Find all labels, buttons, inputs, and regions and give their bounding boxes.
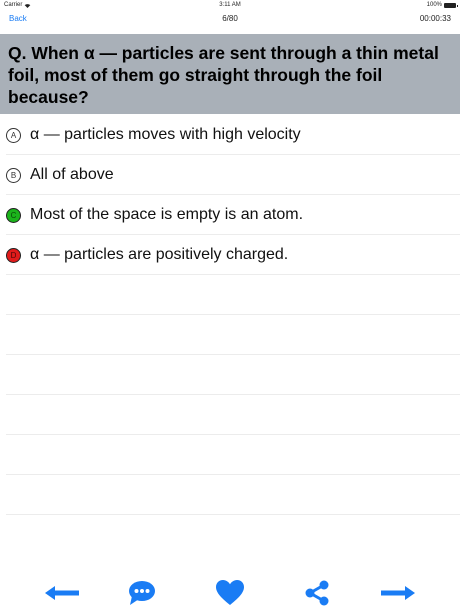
answer-text: All of above	[30, 166, 114, 183]
status-right: 100%	[426, 2, 458, 8]
option-letter-badge: C	[6, 208, 21, 223]
empty-row	[6, 395, 460, 435]
share-button[interactable]	[297, 578, 337, 608]
answer-option-a[interactable]: A α — particles moves with high velocity	[6, 115, 460, 155]
answers-list: A α — particles moves with high velocity…	[0, 115, 460, 515]
chat-bubble-icon	[129, 581, 155, 605]
next-button[interactable]	[378, 578, 418, 608]
nav-bar: Back 6/80 00:00:33	[0, 10, 460, 28]
quiz-timer: 00:00:33	[419, 14, 451, 23]
option-letter-badge: B	[6, 168, 21, 183]
status-bar: Carrier 3:11 AM 100%	[0, 0, 460, 10]
option-letter-badge: D	[6, 248, 21, 263]
question-progress: 6/80	[222, 14, 238, 23]
empty-row	[6, 475, 460, 515]
favorite-button[interactable]	[210, 578, 250, 608]
battery-icon	[444, 2, 458, 8]
comment-button[interactable]	[122, 578, 162, 608]
question-panel: Q. When α — particles are sent through a…	[0, 34, 460, 114]
option-letter-badge: A	[6, 128, 21, 143]
answer-option-c[interactable]: C Most of the space is empty is an atom.	[6, 195, 460, 235]
arrow-left-icon	[45, 586, 79, 600]
empty-row	[6, 275, 460, 315]
battery-fill	[445, 3, 455, 7]
previous-button[interactable]	[42, 578, 82, 608]
answer-text: α — particles moves with high velocity	[30, 126, 301, 143]
answer-option-b[interactable]: B All of above	[6, 155, 460, 195]
bottom-toolbar	[0, 570, 460, 614]
quiz-screen: Carrier 3:11 AM 100% Back 6/80 00:00:33 …	[0, 0, 460, 614]
answer-option-d[interactable]: D α — particles are positively charged.	[6, 235, 460, 275]
arrow-right-icon	[381, 586, 415, 600]
answer-text: Most of the space is empty is an atom.	[30, 206, 304, 223]
empty-row	[6, 355, 460, 395]
question-text: Q. When α — particles are sent through a…	[8, 43, 439, 107]
heart-icon	[216, 580, 244, 605]
status-time: 3:11 AM	[219, 2, 241, 8]
empty-row	[6, 435, 460, 475]
empty-row	[6, 315, 460, 355]
battery-percent: 100%	[426, 2, 442, 8]
share-icon	[305, 580, 329, 606]
answer-text: α — particles are positively charged.	[30, 246, 289, 263]
